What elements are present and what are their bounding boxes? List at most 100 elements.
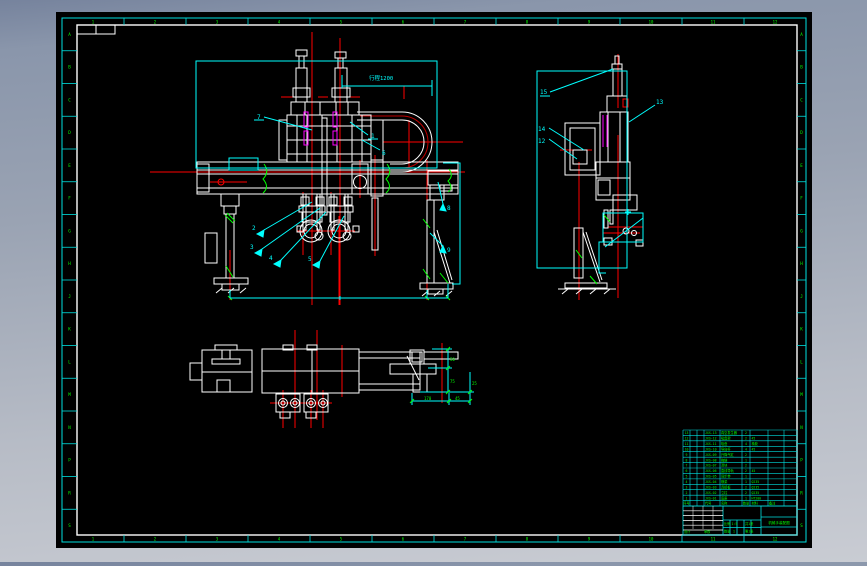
- bom-cell: JXS-03: [705, 485, 717, 489]
- dim-text: 170: [424, 396, 432, 401]
- bom-cell: 45: [752, 437, 756, 441]
- bom-cell: 横梁: [721, 479, 728, 484]
- grid-bottom-number: 10: [649, 537, 654, 542]
- bom-cell: 底座: [721, 495, 728, 500]
- bom-header-cell: 名称: [721, 501, 728, 506]
- bom-header-cell: 代号: [705, 501, 711, 506]
- bom-cell: JXS-12: [705, 437, 717, 441]
- balloon-label: 13: [656, 99, 664, 106]
- balloon-label: 1: [371, 133, 375, 140]
- bom-cell: 2: [686, 491, 688, 495]
- drawing-title: 机械手装配图: [768, 520, 790, 525]
- title-field: 设计: [684, 529, 691, 534]
- cad-viewport: 123456789101112123456789101112ABCDEFGHJK…: [0, 0, 867, 562]
- bom-cell: 11: [685, 442, 689, 446]
- balloon-label: 9: [447, 247, 451, 254]
- bom-cell: JXS-10: [705, 447, 717, 451]
- grid-left-letter: J: [68, 294, 71, 299]
- grid-right-letter: J: [800, 294, 803, 299]
- grid-top-number: 11: [711, 20, 716, 25]
- stroke-dim-label: 行程1200: [369, 74, 393, 82]
- qty-value: 1: [733, 530, 735, 534]
- bom-cell: 1: [745, 496, 747, 500]
- bom-cell: 12: [685, 437, 689, 441]
- grid-top-number: 10: [649, 20, 654, 25]
- grid-bottom-number: 11: [711, 537, 716, 542]
- scale-label: 比例: [724, 521, 730, 526]
- bom-cell: 连接板: [721, 484, 731, 489]
- bom-cell: 1: [686, 496, 688, 500]
- bom-cell: 4: [745, 442, 747, 446]
- balloon-label: 6: [382, 150, 386, 157]
- scale-value: 1:5: [732, 522, 738, 526]
- bom-cell: 2: [745, 464, 747, 468]
- bom-cell: JXS-08: [705, 458, 717, 462]
- bom-cell: 9: [686, 453, 688, 457]
- bom-cell: 2: [745, 469, 747, 473]
- bom-cell: 1: [745, 480, 747, 484]
- balloon-label: 5: [308, 256, 312, 263]
- grid-bottom-number: 12: [773, 537, 778, 542]
- bom-cell: 橡胶: [752, 441, 759, 446]
- bom-cell: JXS-05: [705, 475, 717, 479]
- balloon-label: 15: [540, 89, 548, 96]
- bom-header-cell: 序号: [683, 501, 689, 506]
- grid-top-number: 12: [773, 20, 778, 25]
- dim-text: 75: [450, 379, 455, 384]
- bom-cell: JXS-13: [705, 431, 717, 435]
- bom-cell: 拖链: [721, 457, 728, 462]
- bom-cell: 45: [752, 469, 756, 473]
- balloon-label: 14: [538, 126, 546, 133]
- bom-cell: 吸盘: [721, 441, 728, 446]
- bom-cell: Q235: [752, 480, 760, 484]
- bom-cell: JXS-01: [705, 496, 717, 500]
- bom-cell: JXS-07: [705, 464, 717, 468]
- bom-header-cell: 材料: [752, 501, 759, 506]
- bom-cell: 3: [686, 485, 688, 489]
- sheet-number: 第1张: [745, 529, 754, 534]
- balloon-label: 12: [538, 138, 546, 145]
- bom-cell: 2: [745, 431, 747, 435]
- bom-cell: 2: [745, 453, 747, 457]
- bom-cell: JXS-04: [705, 480, 717, 484]
- bom-cell: 滑块: [721, 463, 728, 468]
- dim-text: 50: [450, 357, 455, 362]
- bom-cell: 10: [685, 447, 689, 451]
- bom-cell: 8: [686, 458, 688, 462]
- bom-cell: 7: [686, 464, 688, 468]
- bom-cell: 导向杆: [721, 446, 731, 451]
- bom-cell: 4: [686, 480, 688, 484]
- bom-cell: 同步带: [721, 474, 731, 479]
- bom-cell: JXS-06: [705, 469, 717, 473]
- bom-cell: JXS-02: [705, 491, 717, 495]
- bom-cell: 4: [745, 447, 747, 451]
- bom-cell: 真空发生器: [721, 430, 738, 435]
- bom-cell: 2: [745, 491, 747, 495]
- bom-cell: 直线导轨: [721, 468, 735, 473]
- bom-cell: 2: [745, 437, 747, 441]
- balloon-label: 7: [257, 114, 261, 121]
- dim-text: 45: [455, 396, 460, 401]
- bom-cell: Q235: [752, 491, 760, 495]
- bom-cell: 5: [686, 475, 688, 479]
- dim-text: 25: [472, 381, 477, 386]
- bom-cell: JXS-09: [705, 453, 717, 457]
- bom-cell: 1: [745, 475, 747, 479]
- bom-cell: HT200: [752, 496, 762, 500]
- bom-cell: 1: [745, 458, 747, 462]
- balloon-label: 8: [447, 205, 451, 212]
- balloon-label: 4: [269, 255, 273, 262]
- bom-cell: 2: [745, 485, 747, 489]
- balloon-label: 3: [250, 244, 254, 251]
- bom-header-cell: 备注: [769, 501, 776, 506]
- bom-cell: 45: [752, 447, 756, 451]
- bom-cell: JXS-11: [705, 442, 717, 446]
- sheet-count: 共1张: [745, 521, 754, 526]
- bom-cell: 吸盘架: [721, 436, 731, 441]
- qty-label: 数量: [724, 529, 731, 534]
- bom-cell: 13: [685, 431, 689, 435]
- balloon-label: 2: [252, 225, 256, 232]
- bom-header-cell: 数量: [743, 501, 750, 506]
- bom-cell: 升降气缸: [721, 452, 735, 457]
- title-field: 审核: [704, 529, 711, 534]
